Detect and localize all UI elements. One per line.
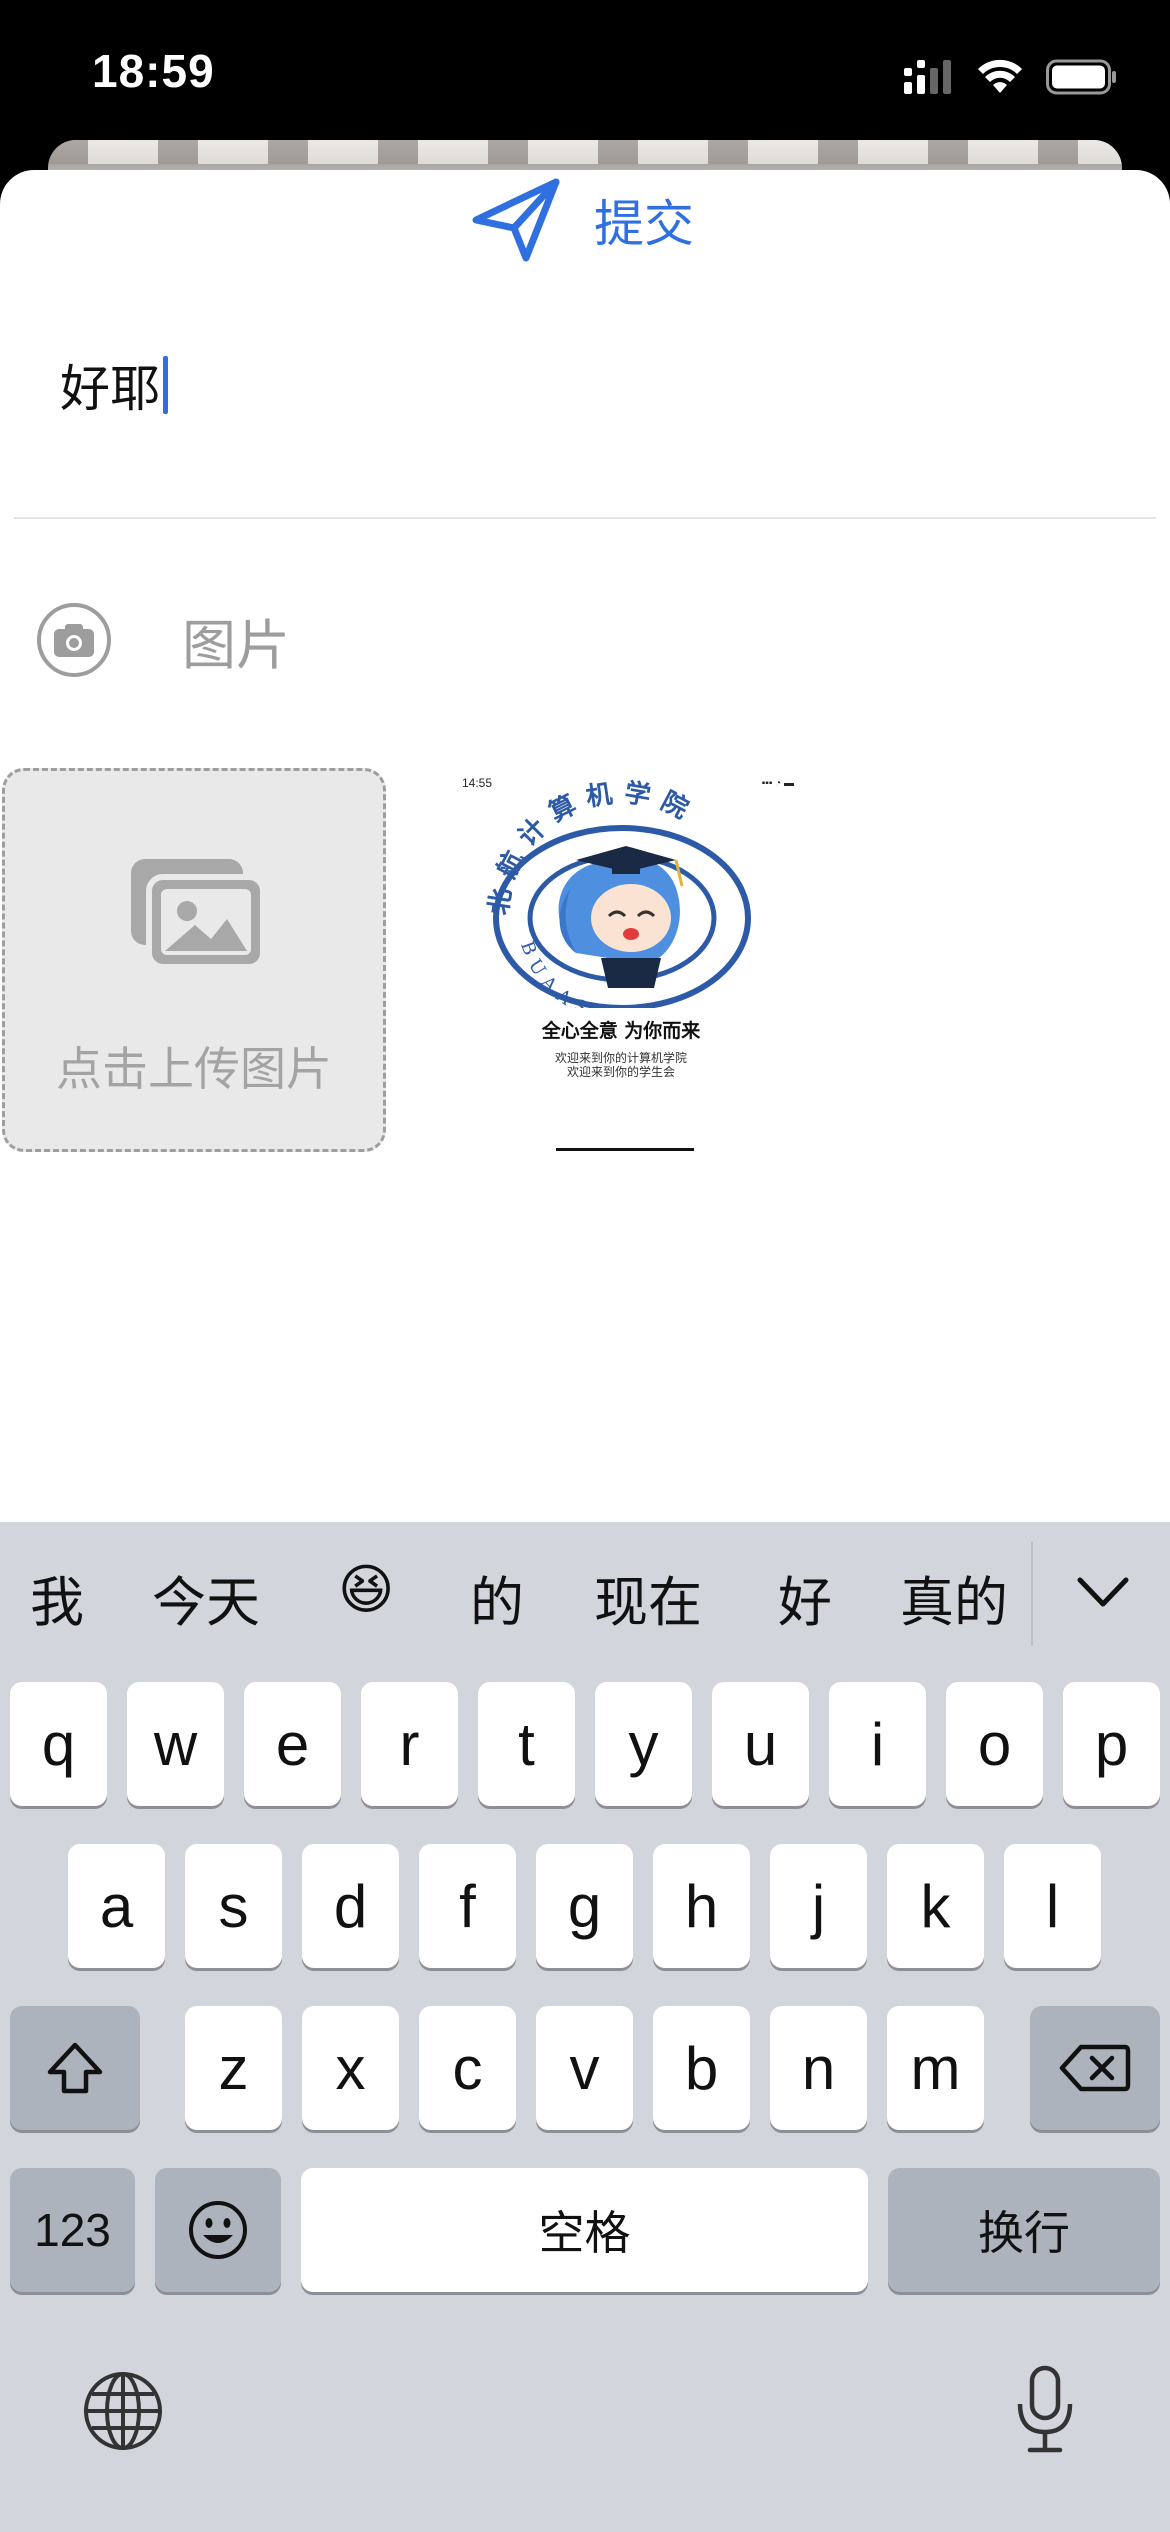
text-caret (163, 356, 168, 414)
upload-image-button[interactable]: 点击上传图片 (2, 768, 386, 1152)
key-b[interactable]: b (653, 2006, 750, 2130)
emoji-icon (189, 2201, 247, 2259)
key-n[interactable]: n (770, 2006, 867, 2130)
key-g[interactable]: g (536, 1844, 633, 1968)
chevron-down-icon[interactable] (1068, 1562, 1138, 1622)
thumbnail-home-indicator (556, 1148, 694, 1151)
space-key[interactable]: 空格 (301, 2168, 868, 2292)
microphone-icon[interactable] (1010, 2364, 1080, 2456)
candidate-item[interactable]: 我 (30, 1558, 84, 1637)
keyboard: 我 今天 😆 的 现在 好 真的 q w e r t y u i o p a s… (0, 1522, 1170, 2532)
candidate-item[interactable]: 今天 (152, 1558, 260, 1637)
photo-section-header: 图片 (36, 590, 290, 690)
candidate-item[interactable]: 好 (778, 1558, 832, 1637)
key-l[interactable]: l (1004, 1844, 1101, 1968)
thumbnail-slogan: 全心全意 为你而来 (541, 1020, 701, 1042)
key-m[interactable]: m (887, 2006, 984, 2130)
shift-icon (47, 2042, 103, 2094)
candidate-item[interactable]: 现在 (594, 1558, 702, 1637)
key-v[interactable]: v (536, 2006, 633, 2130)
backspace-icon (1059, 2044, 1131, 2092)
post-text-input[interactable]: 好耶 (60, 340, 1100, 430)
key-z[interactable]: z (185, 2006, 282, 2130)
upload-image-label: 点击上传图片 (56, 1042, 332, 1096)
post-text-value: 好耶 (60, 360, 160, 418)
shift-key[interactable] (10, 2006, 140, 2130)
key-r[interactable]: r (361, 1682, 458, 1806)
cellular-signal-icon (904, 60, 951, 94)
key-k[interactable]: k (887, 1844, 984, 1968)
key-a[interactable]: a (68, 1844, 165, 1968)
wifi-icon (978, 59, 1022, 93)
status-icons (904, 52, 1118, 102)
globe-icon[interactable] (82, 2370, 164, 2452)
key-o[interactable]: o (946, 1682, 1043, 1806)
candidate-bar: 我 今天 😆 的 现在 好 真的 (0, 1522, 1170, 1682)
camera-icon (37, 603, 111, 677)
thumbnail-subline-2: 欢迎来到你的学生会 (566, 1065, 675, 1079)
key-i[interactable]: i (829, 1682, 926, 1806)
key-u[interactable]: u (712, 1682, 809, 1806)
post-composer-sheet: 提交 好耶 图片 点击上传图片 14:55 ▪▪▪ ◔ ▬ 北航计算机学院 BU… (0, 170, 1170, 1522)
thumbnail-subline-1: 欢迎来到你的计算机学院 (554, 1051, 687, 1065)
key-q[interactable]: q (10, 1682, 107, 1806)
candidate-separator (1031, 1542, 1033, 1646)
emoji-key[interactable] (155, 2168, 281, 2292)
candidate-item[interactable]: 的 (470, 1558, 524, 1637)
key-s[interactable]: s (185, 1844, 282, 1968)
delete-key[interactable] (1030, 2006, 1160, 2130)
key-w[interactable]: w (127, 1682, 224, 1806)
uploaded-image-thumbnail[interactable]: 14:55 ▪▪▪ ◔ ▬ 北航计算机学院 BUAASCSE 全心全意 为你而来… (426, 768, 816, 1158)
divider (14, 517, 1156, 519)
photo-section-label: 图片 (182, 613, 290, 677)
key-y[interactable]: y (595, 1682, 692, 1806)
key-d[interactable]: d (302, 1844, 399, 1968)
key-j[interactable]: j (770, 1844, 867, 1968)
key-h[interactable]: h (653, 1844, 750, 1968)
buaa-cse-logo-icon: 北航计算机学院 BUAASCSE (484, 777, 751, 1008)
image-gallery-icon (131, 859, 265, 969)
return-key[interactable]: 换行 (888, 2168, 1160, 2292)
key-x[interactable]: x (302, 2006, 399, 2130)
key-c[interactable]: c (419, 2006, 516, 2130)
battery-icon (1046, 59, 1116, 95)
candidate-item[interactable]: 真的 (900, 1558, 1008, 1637)
key-f[interactable]: f (419, 1844, 516, 1968)
numbers-key[interactable]: 123 (10, 2168, 135, 2292)
submit-label: 提交 (594, 195, 694, 253)
status-time: 18:59 (92, 45, 215, 97)
submit-button[interactable]: 提交 (470, 170, 694, 270)
send-icon (472, 178, 560, 262)
key-e[interactable]: e (244, 1682, 341, 1806)
status-bar: 18:59 (0, 0, 1170, 150)
candidate-item[interactable]: 😆 (338, 1558, 394, 1621)
key-p[interactable]: p (1063, 1682, 1160, 1806)
key-t[interactable]: t (478, 1682, 575, 1806)
